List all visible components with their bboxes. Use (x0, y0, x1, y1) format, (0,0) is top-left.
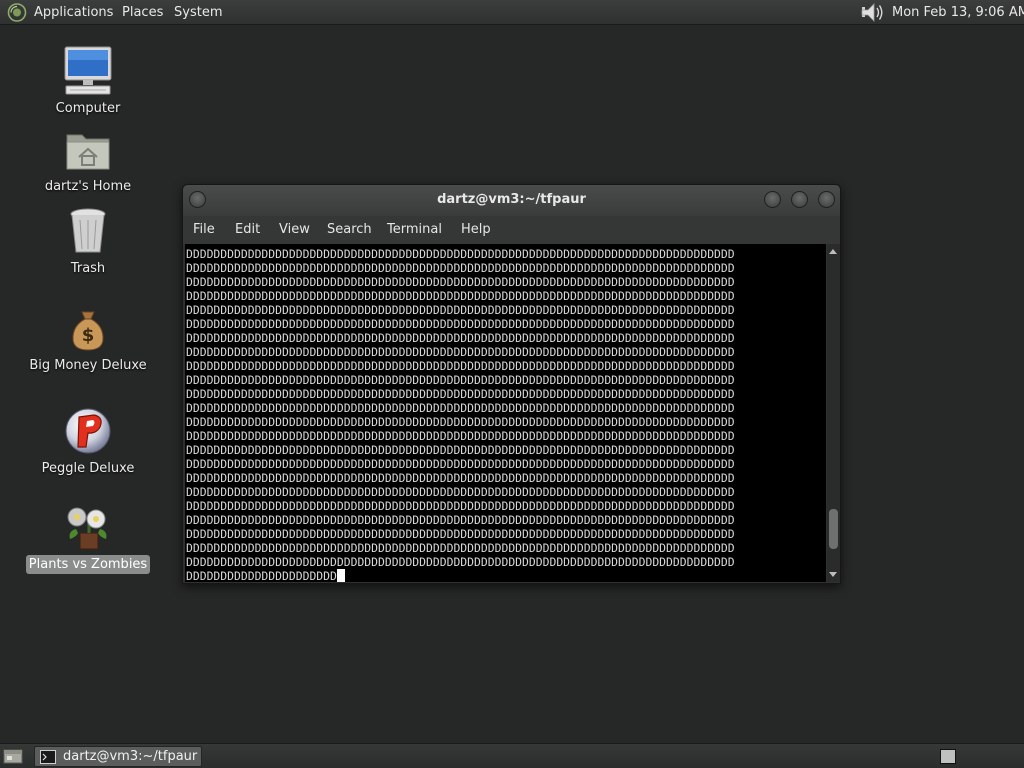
desktop-icon-label: Trash (70, 261, 106, 276)
terminal-line: DDDDDDDDDDDDDDDDDDDDDDDDDDDDDDDDDDDDDDDD… (186, 345, 735, 359)
maximize-button[interactable] (791, 191, 808, 208)
menu-search[interactable]: Search (327, 222, 372, 238)
top-panel: Applications Places System Mon Feb 13, 9… (0, 0, 1024, 25)
terminal-line: DDDDDDDDDDDDDDDDDDDDDDDDDDDDDDDDDDDDDDDD… (186, 387, 735, 401)
home-folder-icon (66, 134, 110, 170)
desktop-icon-label: Computer (55, 101, 121, 116)
terminal-line: DDDDDDDDDDDDDDDDDDDDDDDDDDDDDDDDDDDDDDDD… (186, 499, 735, 513)
desktop-icon-plants-vs-zombies[interactable]: Plants vs Zombies (13, 505, 163, 574)
clock[interactable]: Mon Feb 13, 9:06 AM (892, 4, 1024, 21)
desktop-icon-home[interactable]: dartz's Home (13, 127, 163, 196)
terminal-prompt-line: DDDDDDDDDDDDDDDDDDDDDD (186, 569, 826, 582)
scroll-down-arrow-icon[interactable] (829, 572, 837, 577)
desktop-icon-computer[interactable]: Computer (13, 45, 163, 118)
terminal-output[interactable]: DDDDDDDDDDDDDDDDDDDDDDDDDDDDDDDDDDDDDDDD… (185, 244, 826, 582)
peggle-icon (65, 408, 111, 454)
terminal-line: DDDDDDDDDDDDDDDDDDDDDDDDDDDDDDDDDDDDDDDD… (186, 261, 735, 275)
desktop-icon-label: dartz's Home (44, 179, 132, 194)
gnome-foot-icon[interactable] (7, 3, 27, 22)
menu-view[interactable]: View (279, 222, 310, 238)
terminal-scrollbar[interactable] (827, 244, 840, 582)
terminal-line: DDDDDDDDDDDDDDDDDDDDDDDDDDDDDDDDDDDDDDDD… (186, 485, 735, 499)
terminal-menubar: File Edit View Search Terminal Help (183, 216, 840, 244)
terminal-line: DDDDDDDDDDDDDDDDDDDDDDDDDDDDDDDDDDDDDDDD… (186, 275, 735, 289)
menu-file[interactable]: File (193, 222, 215, 238)
terminal-line: DDDDDDDDDDDDDDDDDDDDDDDDDDDDDDDDDDDDDDDD… (186, 303, 735, 317)
titlebar[interactable]: dartz@vm3:~/tfpaur (183, 185, 840, 216)
workspace-switcher[interactable] (940, 749, 956, 764)
plants-vs-zombies-icon (67, 507, 107, 550)
menu-help[interactable]: Help (461, 222, 491, 238)
window-title: dartz@vm3:~/tfpaur (437, 192, 586, 207)
terminal-line: DDDDDDDDDDDDDDDDDDDDDDDDDDDDDDDDDDDDDDDD… (186, 401, 735, 415)
terminal-line-text: DDDDDDDDDDDDDDDDDDDDDD (186, 569, 337, 582)
terminal-line: DDDDDDDDDDDDDDDDDDDDDDDDDDDDDDDDDDDDDDDD… (186, 471, 735, 485)
menu-system[interactable]: System (174, 4, 222, 21)
desktop-icon-label: Plants vs Zombies (25, 555, 151, 574)
desktop-icon-peggle[interactable]: Peggle Deluxe (13, 407, 163, 478)
terminal-line: DDDDDDDDDDDDDDDDDDDDDDDDDDDDDDDDDDDDDDDD… (186, 555, 735, 569)
computer-icon (64, 46, 112, 95)
money-bag-icon: $ (72, 311, 104, 351)
svg-text:$: $ (82, 325, 95, 346)
text-cursor (336, 569, 345, 582)
terminal-line: DDDDDDDDDDDDDDDDDDDDDDDDDDDDDDDDDDDDDDDD… (186, 443, 735, 457)
terminal-line: DDDDDDDDDDDDDDDDDDDDDDDDDDDDDDDDDDDDDDDD… (186, 317, 735, 331)
terminal-line: DDDDDDDDDDDDDDDDDDDDDDDDDDDDDDDDDDDDDDDD… (186, 541, 735, 555)
terminal-line: DDDDDDDDDDDDDDDDDDDDDDDDDDDDDDDDDDDDDDDD… (186, 513, 735, 527)
taskbar-item-label: dartz@vm3:~/tfpaur (63, 749, 198, 764)
terminal-line: DDDDDDDDDDDDDDDDDDDDDDDDDDDDDDDDDDDDDDDD… (186, 415, 735, 429)
scroll-up-arrow-icon[interactable] (829, 249, 837, 254)
desktop-icon-big-money[interactable]: $ Big Money Deluxe (13, 308, 163, 375)
bottom-panel: dartz@vm3:~/tfpaur (0, 743, 1024, 768)
taskbar-item-terminal[interactable]: dartz@vm3:~/tfpaur (34, 746, 202, 767)
terminal-icon (40, 750, 56, 764)
terminal-line: DDDDDDDDDDDDDDDDDDDDDDDDDDDDDDDDDDDDDDDD… (186, 247, 735, 261)
terminal-line: DDDDDDDDDDDDDDDDDDDDDDDDDDDDDDDDDDDDDDDD… (186, 359, 735, 373)
terminal-line: DDDDDDDDDDDDDDDDDDDDDDDDDDDDDDDDDDDDDDDD… (186, 331, 735, 345)
desktop-icon-label: Peggle Deluxe (41, 461, 135, 476)
desktop-icon-trash[interactable]: Trash (13, 207, 163, 278)
desktop-icon-label: Big Money Deluxe (29, 358, 147, 373)
terminal-line: DDDDDDDDDDDDDDDDDDDDDDDDDDDDDDDDDDDDDDDD… (186, 457, 735, 471)
close-button[interactable] (818, 191, 835, 208)
terminal-line: DDDDDDDDDDDDDDDDDDDDDDDDDDDDDDDDDDDDDDDD… (186, 373, 735, 387)
show-desktop-icon[interactable] (3, 748, 23, 765)
menu-places[interactable]: Places (122, 4, 163, 21)
menu-edit[interactable]: Edit (235, 222, 260, 238)
terminal-line: DDDDDDDDDDDDDDDDDDDDDDDDDDDDDDDDDDDDDDDD… (186, 289, 735, 303)
terminal-line: DDDDDDDDDDDDDDDDDDDDDDDDDDDDDDDDDDDDDDDD… (186, 429, 735, 443)
terminal-window: dartz@vm3:~/tfpaur File Edit View Search… (182, 184, 841, 584)
volume-icon[interactable] (861, 3, 885, 22)
trash-icon (70, 208, 106, 253)
scrollbar-thumb[interactable] (829, 509, 838, 549)
terminal-line: DDDDDDDDDDDDDDDDDDDDDDDDDDDDDDDDDDDDDDDD… (186, 527, 735, 541)
menu-terminal[interactable]: Terminal (387, 222, 442, 238)
menu-applications[interactable]: Applications (34, 4, 113, 21)
minimize-button[interactable] (764, 191, 781, 208)
